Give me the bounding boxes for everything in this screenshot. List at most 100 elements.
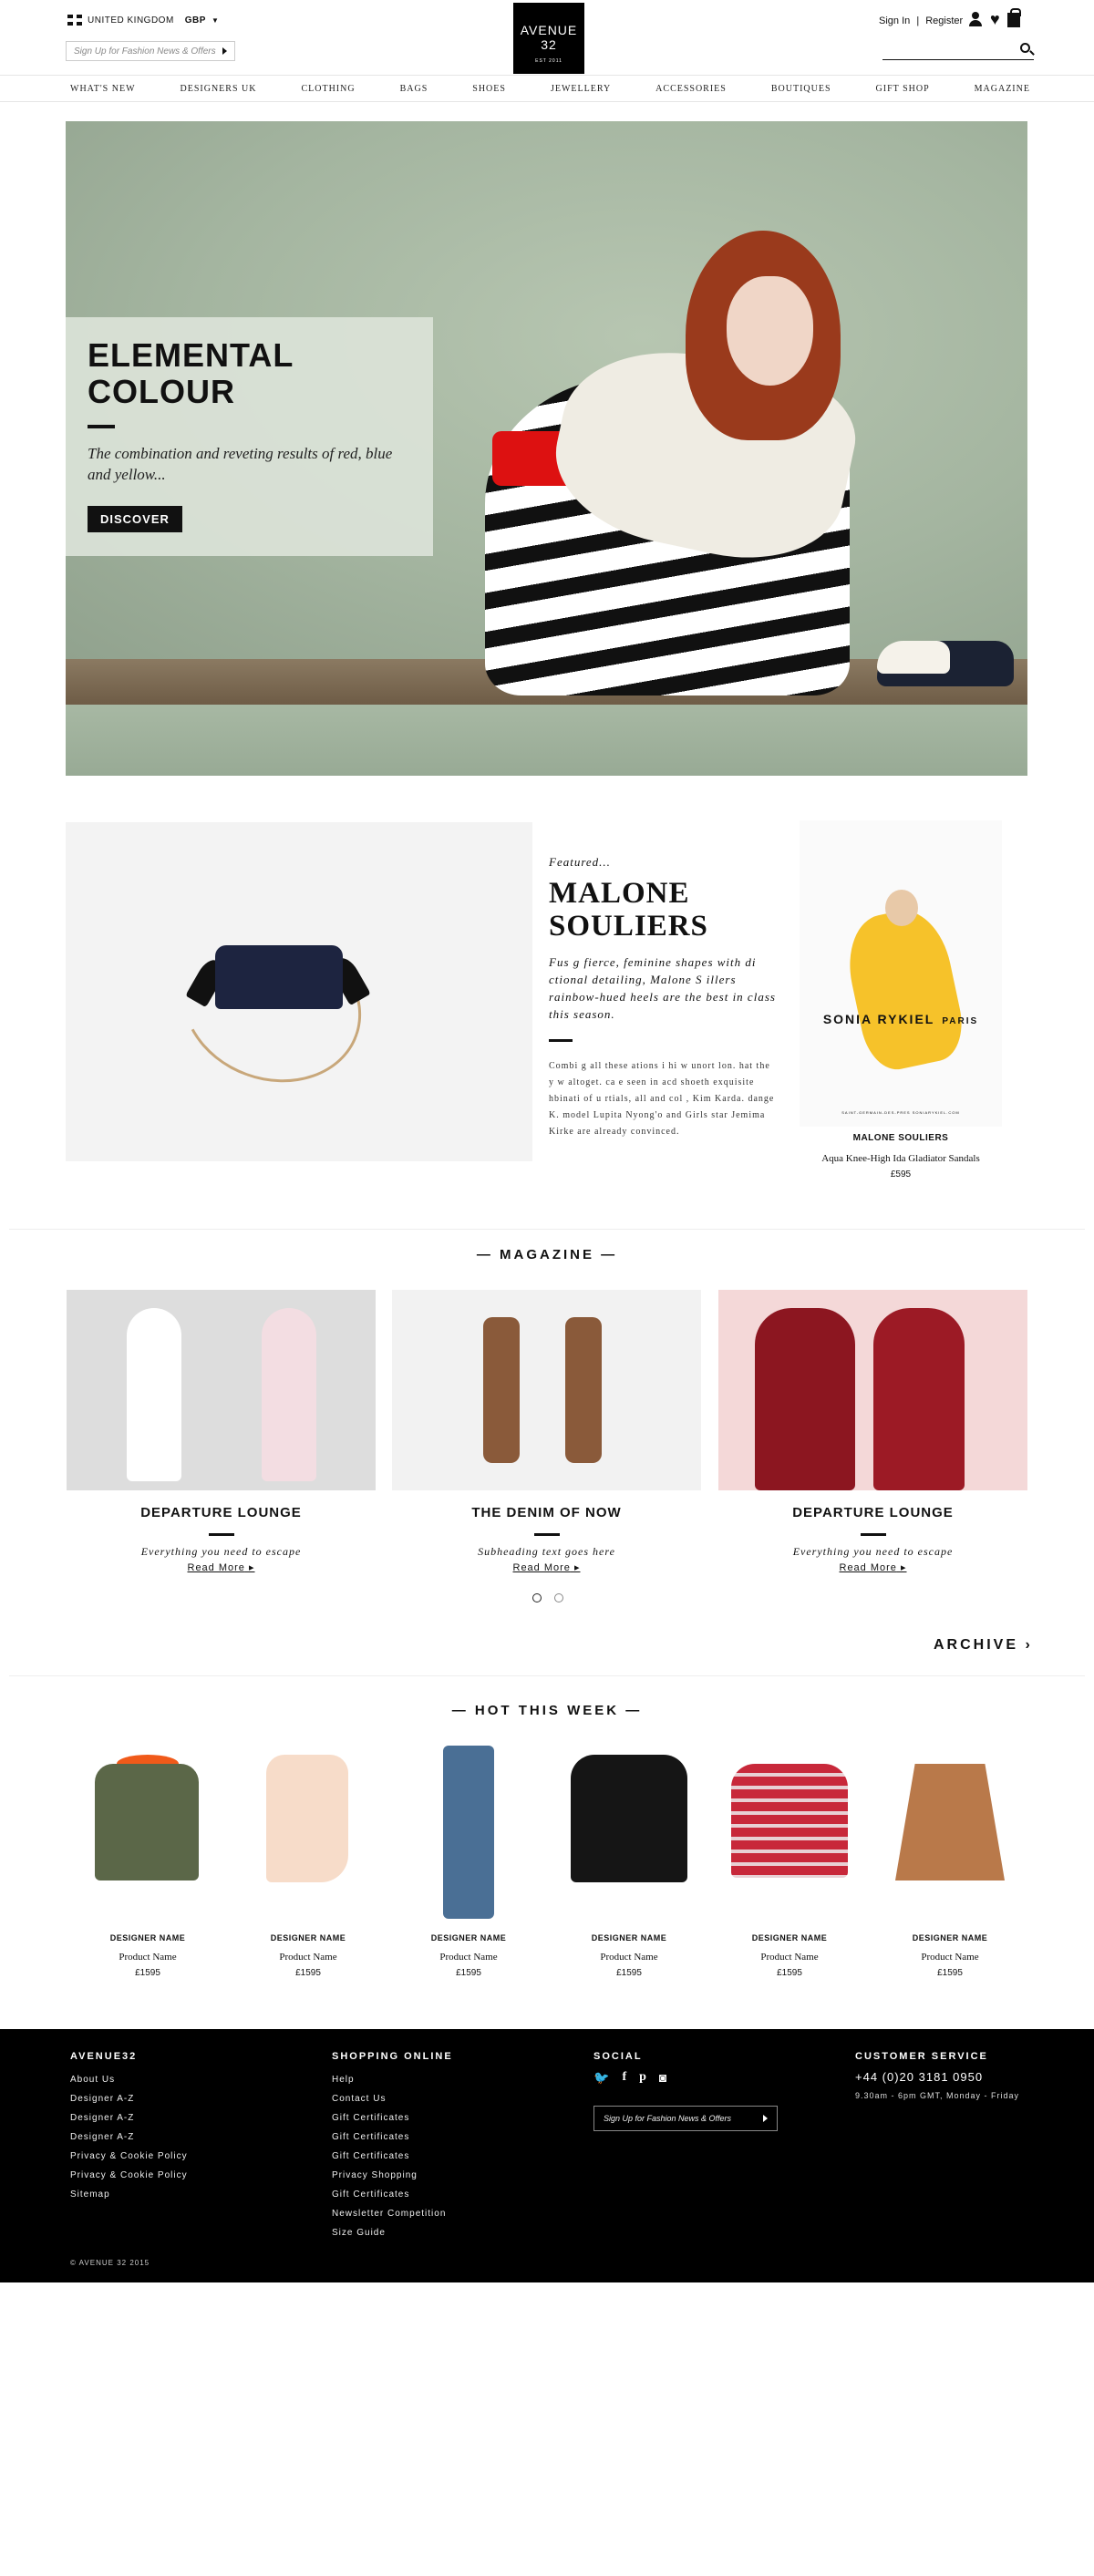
heart-icon[interactable]: ♥ [990,11,1000,27]
carousel-dot[interactable] [532,1593,542,1602]
footer-heading: SOCIAL [593,2051,643,2062]
product-name[interactable]: Product Name [69,1952,226,1963]
main-nav: WHAT'S NEW DESIGNERS UK CLOTHING BAGS SH… [0,75,1094,102]
product-card[interactable]: DESIGNER NAME Product Name £1595 [390,1746,547,1978]
sonia-rykiel-ad-image[interactable]: SONIA RYKIEL PARIS SAINT-GERMAIN-DES-PRES… [800,820,1002,1127]
facebook-icon[interactable]: f [622,2070,626,2086]
product-image[interactable] [230,1746,387,1882]
magazine-card-divider [208,1533,234,1536]
product-designer[interactable]: DESIGNER NAME [711,1933,868,1942]
user-icon[interactable] [968,12,983,26]
pinterest-icon[interactable]: p [639,2070,646,2086]
product-name[interactable]: Product Name [711,1952,868,1963]
magazine-card[interactable]: THE DENIM OF NOW Subheading text goes he… [392,1290,701,1573]
twitter-icon[interactable]: 🐦 [593,2070,609,2086]
nav-designers-uk[interactable]: DESIGNERS UK [181,84,257,94]
nav-whats-new[interactable]: WHAT'S NEW [70,84,136,94]
footer-link[interactable]: Help [332,2070,453,2089]
product-image[interactable] [69,1746,226,1882]
footer-link[interactable]: Privacy & Cookie Policy [70,2166,188,2185]
product-name[interactable]: Product Name [230,1952,387,1963]
product-image[interactable] [711,1746,868,1882]
product-designer[interactable]: DESIGNER NAME [230,1933,387,1942]
nav-accessories[interactable]: ACCESSORIES [655,84,727,94]
nav-shoes[interactable]: SHOES [472,84,506,94]
discover-button[interactable]: DISCOVER [88,506,182,532]
product-card[interactable]: DESIGNER NAME Product Name £1595 [69,1746,226,1978]
product-designer[interactable]: DESIGNER NAME [390,1933,547,1942]
hero-floor [66,705,1027,776]
nav-jewellery[interactable]: JEWELLERY [551,84,611,94]
footer-link[interactable]: Privacy Shopping [332,2166,453,2185]
locale-selector[interactable]: UNITED KINGDOM GBP ▼ [67,15,219,26]
product-designer[interactable]: DESIGNER NAME [551,1933,707,1942]
nav-bags[interactable]: BAGS [400,84,428,94]
product-card[interactable]: DESIGNER NAME Product Name £1595 [551,1746,707,1978]
product-image[interactable] [390,1746,547,1919]
bag-icon[interactable] [1006,8,1021,27]
footer-link[interactable]: About Us [70,2070,188,2089]
product-name[interactable]: Aqua Knee-High Ida Gladiator Sandals [800,1153,1002,1164]
footer-link[interactable]: Gift Certificates [332,2185,453,2204]
hero-subtitle: The combination and reveting results of … [88,445,393,483]
nav-magazine[interactable]: MAGAZINE [975,84,1030,94]
phone-number[interactable]: +44 (0)20 3181 0950 [855,2070,1019,2084]
product-image[interactable] [551,1746,707,1882]
hero-text-card: ELEMENTAL COLOUR The combination and rev… [66,317,433,556]
register-link[interactable]: Register [925,15,963,26]
product-name[interactable]: Product Name [872,1952,1028,1963]
footer-link[interactable]: Newsletter Competition [332,2204,453,2223]
search-icon[interactable] [1020,43,1030,53]
newsletter-signup-input[interactable]: Sign Up for Fashion News & Offers [66,41,235,61]
hero-banner[interactable]: ELEMENTAL COLOUR The combination and rev… [66,121,1027,776]
footer-link[interactable]: Designer A-Z [70,2128,188,2147]
featured-divider [549,1039,573,1042]
footer-link[interactable]: Size Guide [332,2223,453,2242]
instagram-icon[interactable]: ◙ [659,2070,666,2086]
magazine-image[interactable] [392,1290,701,1490]
search-input[interactable] [882,40,1034,60]
nav-gift-shop[interactable]: GIFT SHOP [876,84,930,94]
featured-bag-image[interactable] [66,822,532,1161]
magazine-card[interactable]: DEPARTURE LOUNGE Everything you need to … [718,1290,1027,1573]
sign-in-link[interactable]: Sign In [879,15,910,26]
product-card[interactable]: DESIGNER NAME Product Name £1595 [872,1746,1028,1978]
product-designer[interactable]: MALONE SOULIERS [800,1133,1002,1143]
magazine-card-title[interactable]: DEPARTURE LOUNGE [718,1505,1027,1520]
magazine-card-title[interactable]: DEPARTURE LOUNGE [67,1505,376,1520]
footer-heading: AVENUE32 [70,2051,138,2062]
read-more-link[interactable]: Read More [185,1561,258,1573]
product-designer[interactable]: DESIGNER NAME [69,1933,226,1942]
product-card[interactable]: DESIGNER NAME Product Name £1595 [711,1746,868,1978]
section-divider [9,1229,1085,1230]
footer-link[interactable]: Privacy & Cookie Policy [70,2147,188,2166]
footer-link[interactable]: Gift Certificates [332,2108,453,2128]
product-designer[interactable]: DESIGNER NAME [872,1933,1028,1942]
magazine-image[interactable] [67,1290,376,1490]
product-image[interactable] [872,1746,1028,1882]
read-more-link[interactable]: Read More [511,1561,583,1573]
site-logo[interactable]: AVENUE 32 EST 2011 [513,3,584,74]
footer-link[interactable]: Contact Us [332,2089,453,2108]
footer-link[interactable]: Gift Certificates [332,2147,453,2166]
footer-link[interactable]: Designer A-Z [70,2089,188,2108]
nav-boutiques[interactable]: BOUTIQUES [771,84,831,94]
product-name[interactable]: Product Name [551,1952,707,1963]
product-name[interactable]: Product Name [390,1952,547,1963]
footer-heading: CUSTOMER SERVICE [855,2051,988,2062]
currency-dropdown[interactable]: GBP [185,15,206,26]
archive-link[interactable]: ARCHIVE › [934,1637,1033,1654]
magazine-card[interactable]: DEPARTURE LOUNGE Everything you need to … [67,1290,376,1573]
product-card[interactable]: DESIGNER NAME Product Name £1595 [230,1746,387,1978]
carousel-dot[interactable] [554,1593,563,1602]
featured-title[interactable]: MALONE SOULIERS [549,877,779,943]
footer-link[interactable]: Sitemap [70,2185,188,2204]
footer-link[interactable]: Designer A-Z [70,2108,188,2128]
read-more-link[interactable]: Read More [837,1561,910,1573]
magazine-image[interactable] [718,1290,1027,1490]
footer-link[interactable]: Gift Certificates [332,2128,453,2147]
logo-line2: 32 [541,37,557,52]
footer-newsletter-input[interactable]: Sign Up for Fashion News & Offers [593,2106,778,2131]
nav-clothing[interactable]: CLOTHING [301,84,355,94]
magazine-card-title[interactable]: THE DENIM OF NOW [392,1505,701,1520]
